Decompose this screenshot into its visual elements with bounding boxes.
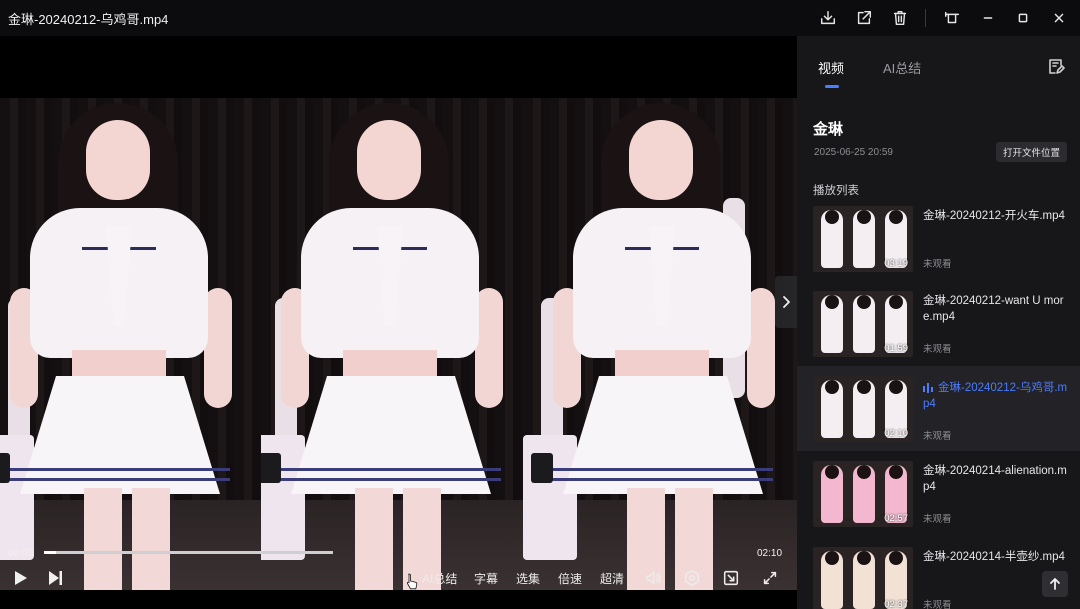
video-thumbnail: 02:10	[813, 376, 913, 442]
video-thumbnail: 02:57	[813, 461, 913, 527]
total-time: 02:10	[757, 548, 783, 559]
skip-next-icon	[49, 571, 62, 585]
tab-video[interactable]: 视频	[818, 58, 844, 77]
minimize-icon[interactable]	[976, 6, 1000, 30]
title-bar: 金琳-20240212-乌鸡哥.mp4	[0, 0, 1080, 36]
video-thumbnail: 02:37	[813, 547, 913, 609]
watch-status: 未观看	[923, 431, 952, 442]
video-player[interactable]	[0, 36, 797, 609]
mouse-cursor-icon	[406, 573, 418, 590]
tab-ai-summary[interactable]: AI总结	[883, 58, 921, 77]
play-icon	[15, 571, 27, 585]
watch-status: 未观看	[923, 344, 952, 355]
video-duration: 02:57	[884, 513, 908, 524]
video-panel-left	[0, 98, 274, 590]
next-button[interactable]	[46, 568, 64, 588]
fullscreen-button[interactable]	[760, 568, 780, 588]
picture-in-picture-icon	[723, 570, 739, 586]
edit-note-icon	[1049, 59, 1065, 74]
close-icon[interactable]	[1047, 6, 1071, 30]
play-button[interactable]	[11, 568, 29, 588]
now-playing-icon	[923, 382, 933, 393]
arrow-up-icon	[1050, 578, 1060, 590]
sidebar-toggle-button[interactable]	[775, 276, 797, 328]
volume-icon	[645, 571, 661, 585]
video-duration: 01:59	[884, 343, 908, 354]
video-title: 金琳-20240212-开火车.mp4	[923, 210, 1065, 222]
video-thumbnail: 03:19	[813, 206, 913, 272]
window-title: 金琳-20240212-乌鸡哥.mp4	[8, 12, 169, 27]
volume-button[interactable]	[643, 568, 663, 588]
video-frame[interactable]	[0, 98, 797, 590]
chevron-right-icon	[783, 296, 790, 308]
video-title-text: 金琳-20240212-乌鸡哥.mp4	[923, 382, 1068, 410]
speed-button[interactable]: 倍速	[558, 570, 582, 587]
folder-date: 2025-06-25 20:59	[814, 147, 893, 158]
video-thumbnail: 01:59	[813, 291, 913, 357]
quality-button[interactable]: 超清	[600, 570, 624, 587]
episodes-button[interactable]: 选集	[516, 570, 540, 587]
open-file-location-button[interactable]: 打开文件位置	[996, 142, 1067, 162]
ai-summary-button[interactable]: AI总结	[422, 570, 457, 587]
gear-icon	[684, 570, 700, 586]
progress-bar[interactable]	[44, 551, 333, 554]
titlebar-divider	[925, 9, 926, 27]
video-title: 金琳-20240214-半壶纱.mp4	[923, 551, 1065, 563]
video-title: 金琳-20240212-乌鸡哥.mp4	[923, 380, 1068, 412]
playlist-item[interactable]: 03:19 金琳-20240212-开火车.mp4 未观看	[797, 202, 1080, 287]
folder-name: 金琳	[813, 121, 844, 138]
playlist-heading: 播放列表	[813, 185, 859, 197]
video-duration: 02:37	[884, 599, 908, 609]
watch-status: 未观看	[923, 259, 952, 270]
download-icon[interactable]	[816, 6, 840, 30]
fullscreen-icon	[763, 571, 777, 585]
video-duration: 02:10	[884, 428, 908, 439]
video-panel-center	[261, 98, 535, 590]
active-tab-indicator	[825, 85, 839, 88]
current-time: 00:05	[8, 548, 34, 559]
video-title: 金琳-20240214-alienation.mp4	[923, 465, 1067, 493]
sidebar: 视频 AI总结 金琳 2025-06-25 20:59 打开文件位置 播放列表 …	[797, 36, 1080, 609]
playlist-item[interactable]: 02:57 金琳-20240214-alienation.mp4 未观看	[797, 457, 1080, 542]
scroll-to-top-button[interactable]	[1042, 571, 1068, 597]
external-link-icon[interactable]	[852, 6, 876, 30]
maximize-icon[interactable]	[1011, 6, 1035, 30]
subtitles-button[interactable]: 字幕	[474, 570, 498, 587]
watch-status: 未观看	[923, 600, 952, 609]
playlist-item-current[interactable]: 02:10 金琳-20240212-乌鸡哥.mp4 未观看	[797, 366, 1080, 451]
watch-status: 未观看	[923, 514, 952, 525]
playlist-item[interactable]: 02:37 金琳-20240214-半壶纱.mp4 未观看	[797, 543, 1080, 609]
notes-button[interactable]	[1047, 57, 1065, 75]
video-panel-right	[523, 98, 797, 590]
settings-button[interactable]	[682, 568, 702, 588]
pin-icon[interactable]	[940, 6, 964, 30]
progress-bar-fill	[44, 551, 56, 554]
playlist-item[interactable]: 01:59 金琳-20240212-want U more.mp4 未观看	[797, 287, 1080, 372]
video-title: 金琳-20240212-want U more.mp4	[923, 295, 1064, 323]
trash-icon[interactable]	[888, 6, 912, 30]
picture-in-picture-button[interactable]	[721, 568, 741, 588]
video-duration: 03:19	[884, 258, 908, 269]
